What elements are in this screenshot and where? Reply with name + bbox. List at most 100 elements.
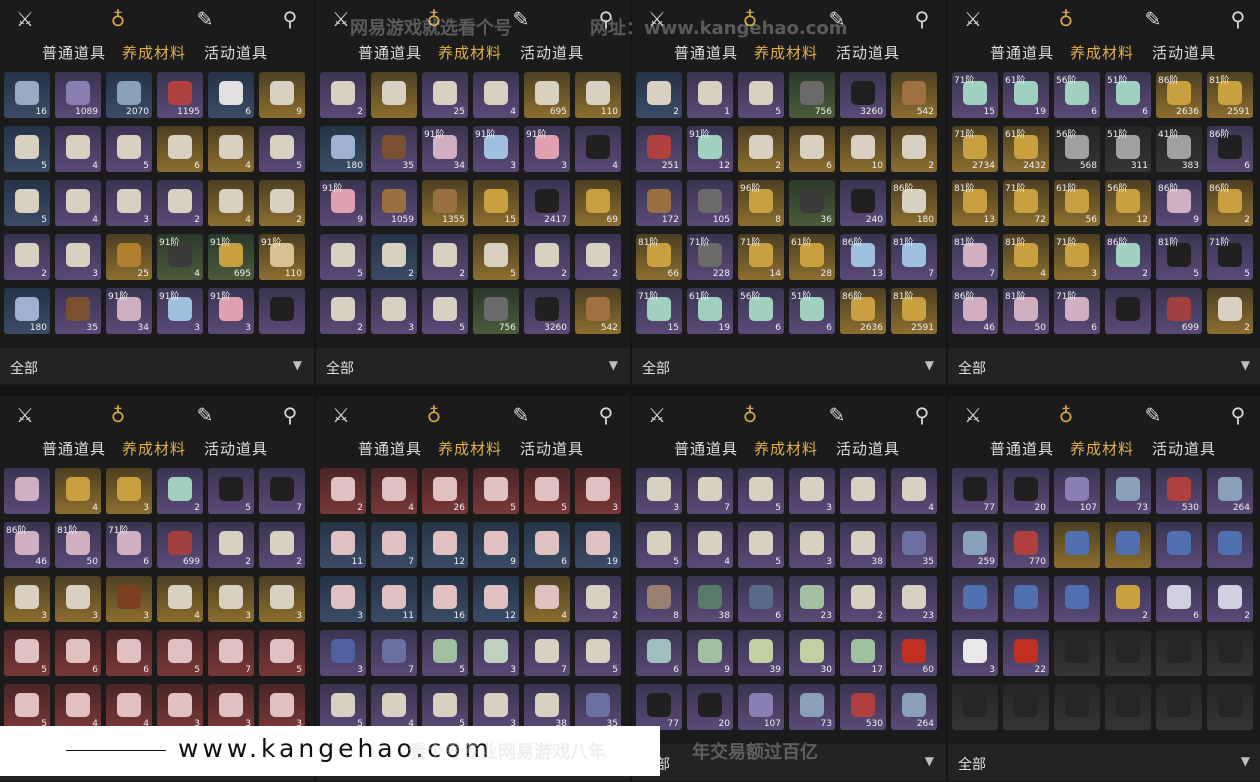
inventory-slot[interactable]: 3 xyxy=(789,468,835,514)
inventory-slot[interactable]: 3 xyxy=(952,630,998,676)
inventory-slot[interactable]: 180 xyxy=(320,126,366,172)
inventory-slot[interactable] xyxy=(1054,522,1100,568)
inventory-slot[interactable]: 86阶 6 xyxy=(1207,126,1253,172)
inventory-slot[interactable]: 1089 xyxy=(55,72,101,118)
inventory-slot[interactable]: 4 xyxy=(371,468,417,514)
inventory-slot[interactable]: 3 xyxy=(473,684,519,730)
inventory-slot[interactable]: 5 xyxy=(738,522,784,568)
inventory-slot[interactable]: 770 xyxy=(1003,522,1049,568)
inventory-slot[interactable]: 5 xyxy=(157,630,203,676)
inventory-slot[interactable]: 2 xyxy=(891,126,937,172)
inventory-slot[interactable]: 77 xyxy=(952,468,998,514)
tab-0[interactable]: 普通道具 xyxy=(358,42,422,63)
inventory-slot[interactable]: 1195 xyxy=(157,72,203,118)
inventory-slot[interactable]: 91阶 12 xyxy=(687,126,733,172)
inventory-slot[interactable]: 86阶 13 xyxy=(840,234,886,280)
filter-dropdown[interactable]: 全部 ▼ xyxy=(632,348,946,384)
inventory-slot[interactable]: 71阶 6 xyxy=(1054,288,1100,334)
inventory-slot[interactable]: 2 xyxy=(1207,576,1253,622)
inventory-slot[interactable]: 35 xyxy=(371,126,417,172)
inventory-slot[interactable]: 51阶 6 xyxy=(789,288,835,334)
inventory-slot[interactable]: 51阶 6 xyxy=(1105,72,1151,118)
inventory-slot[interactable]: 86阶 2636 xyxy=(840,288,886,334)
inventory-slot[interactable]: 2 xyxy=(1207,288,1253,334)
tab-2[interactable]: 活动道具 xyxy=(836,42,900,63)
tab-1[interactable]: 养成材料 xyxy=(122,438,186,459)
inventory-slot[interactable]: 38 xyxy=(687,576,733,622)
crossed-swords-icon[interactable]: ⚔ xyxy=(12,6,38,32)
location-pin-icon[interactable]: ⚲ xyxy=(909,6,935,32)
filter-dropdown[interactable]: 全部 ▼ xyxy=(316,348,630,384)
inventory-slot[interactable]: 69 xyxy=(575,180,621,226)
inventory-slot[interactable]: 56阶 6 xyxy=(1054,72,1100,118)
scroll-icon[interactable]: ✎ xyxy=(824,402,850,428)
inventory-slot[interactable]: 71阶 2734 xyxy=(952,126,998,172)
inventory-slot[interactable]: 71阶 72 xyxy=(1003,180,1049,226)
inventory-slot[interactable]: 180 xyxy=(4,288,50,334)
location-pin-icon[interactable]: ⚲ xyxy=(1225,402,1251,428)
inventory-slot[interactable]: 23 xyxy=(789,576,835,622)
tab-0[interactable]: 普通道具 xyxy=(358,438,422,459)
crossed-swords-icon[interactable]: ⚔ xyxy=(960,6,986,32)
inventory-slot[interactable]: 3 xyxy=(208,684,254,730)
inventory-slot[interactable]: 86阶 46 xyxy=(4,522,50,568)
inventory-slot[interactable]: 699 xyxy=(157,522,203,568)
tab-1[interactable]: 养成材料 xyxy=(1070,42,1134,63)
inventory-slot[interactable]: 6 xyxy=(106,630,152,676)
inventory-slot[interactable] xyxy=(1156,522,1202,568)
inventory-slot[interactable] xyxy=(1054,630,1100,676)
inventory-slot[interactable]: 172 xyxy=(636,180,682,226)
inventory-slot[interactable]: 4 xyxy=(106,684,152,730)
inventory-slot[interactable]: 12 xyxy=(473,576,519,622)
tab-2[interactable]: 活动道具 xyxy=(1152,438,1216,459)
inventory-slot[interactable]: 2 xyxy=(259,180,305,226)
inventory-slot[interactable]: 2 xyxy=(575,576,621,622)
inventory-slot[interactable]: 6 xyxy=(208,72,254,118)
inventory-slot[interactable]: 3 xyxy=(259,576,305,622)
inventory-slot[interactable]: 6 xyxy=(636,630,682,676)
inventory-slot[interactable] xyxy=(1207,684,1253,730)
inventory-slot[interactable]: 3260 xyxy=(840,72,886,118)
inventory-slot[interactable]: 38 xyxy=(840,522,886,568)
inventory-slot[interactable] xyxy=(1207,630,1253,676)
crossed-swords-icon[interactable]: ⚔ xyxy=(12,402,38,428)
inventory-slot[interactable]: 86阶 2636 xyxy=(1156,72,1202,118)
inventory-slot[interactable]: 8 xyxy=(636,576,682,622)
inventory-slot[interactable]: 7 xyxy=(371,522,417,568)
inventory-slot[interactable]: 5 xyxy=(320,684,366,730)
inventory-slot[interactable]: 81阶 2591 xyxy=(891,288,937,334)
inventory-slot[interactable]: 71阶 15 xyxy=(952,72,998,118)
inventory-slot[interactable]: 3 xyxy=(473,630,519,676)
inventory-slot[interactable]: 2 xyxy=(157,468,203,514)
tab-0[interactable]: 普通道具 xyxy=(990,42,1054,63)
inventory-slot[interactable]: 3 xyxy=(106,180,152,226)
scroll-icon[interactable]: ✎ xyxy=(1140,402,1166,428)
inventory-slot[interactable]: 2 xyxy=(1105,576,1151,622)
inventory-slot[interactable]: 91阶 3 xyxy=(208,288,254,334)
tab-1[interactable]: 养成材料 xyxy=(754,438,818,459)
pouch-icon[interactable]: ♁ xyxy=(105,402,131,428)
inventory-slot[interactable] xyxy=(1105,522,1151,568)
inventory-slot[interactable]: 264 xyxy=(891,684,937,730)
inventory-slot[interactable]: 3 xyxy=(789,522,835,568)
tab-1[interactable]: 养成材料 xyxy=(438,438,502,459)
inventory-slot[interactable] xyxy=(1003,576,1049,622)
scroll-icon[interactable]: ✎ xyxy=(1140,6,1166,32)
inventory-slot[interactable]: 91阶 695 xyxy=(208,234,254,280)
inventory-slot[interactable]: 73 xyxy=(789,684,835,730)
inventory-slot[interactable]: 86阶 9 xyxy=(1156,180,1202,226)
inventory-slot[interactable]: 756 xyxy=(789,72,835,118)
inventory-slot[interactable]: 542 xyxy=(891,72,937,118)
inventory-slot[interactable]: 15 xyxy=(473,180,519,226)
inventory-slot[interactable]: 5 xyxy=(738,72,784,118)
inventory-slot[interactable]: 35 xyxy=(891,522,937,568)
inventory-slot[interactable]: 71阶 14 xyxy=(738,234,784,280)
inventory-slot[interactable]: 6 xyxy=(738,576,784,622)
inventory-slot[interactable]: 81阶 66 xyxy=(636,234,682,280)
inventory-slot[interactable]: 3 xyxy=(575,468,621,514)
location-pin-icon[interactable]: ⚲ xyxy=(1225,6,1251,32)
inventory-slot[interactable]: 71阶 15 xyxy=(636,288,682,334)
inventory-slot[interactable]: 16 xyxy=(4,72,50,118)
inventory-slot[interactable]: 19 xyxy=(575,522,621,568)
inventory-slot[interactable]: 107 xyxy=(1054,468,1100,514)
